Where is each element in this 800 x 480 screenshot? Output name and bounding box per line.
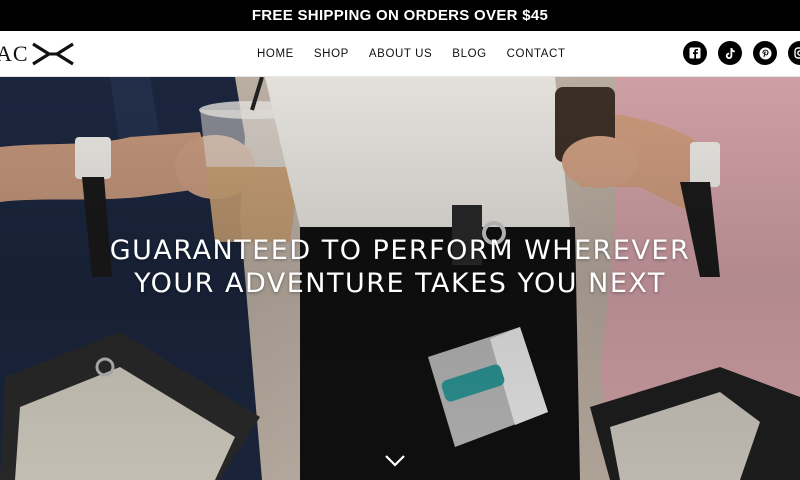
brand-chevrons-icon <box>31 42 74 66</box>
pinterest-link[interactable] <box>753 41 777 65</box>
announcement-bar: FREE SHIPPING ON ORDERS OVER $45 <box>0 0 800 31</box>
logo-text: AC <box>0 41 29 66</box>
nav-about-us[interactable]: ABOUT US <box>369 48 432 60</box>
nav-shop[interactable]: SHOP <box>314 48 349 60</box>
tiktok-icon <box>725 47 735 59</box>
hero-title-line-1: GUARANTEED TO PERFORM WHEREVER <box>109 235 691 266</box>
logo[interactable]: AC <box>0 39 77 69</box>
hero-title: GUARANTEED TO PERFORM WHEREVER YOUR ADVE… <box>0 234 800 300</box>
nav-home[interactable]: HOME <box>257 48 294 60</box>
announcement-text: FREE SHIPPING ON ORDERS OVER $45 <box>251 7 549 24</box>
hero-title-line-2: YOUR ADVENTURE TAKES YOU NEXT <box>134 268 666 299</box>
facebook-icon <box>689 47 701 59</box>
chevron-down-icon[interactable] <box>384 454 406 468</box>
tiktok-link[interactable] <box>718 41 742 65</box>
instagram-link[interactable] <box>788 41 800 65</box>
site-header: AC HOME SHOP ABOUT US BLOG CONTACT <box>0 31 800 77</box>
main-nav: HOME SHOP ABOUT US BLOG CONTACT <box>247 31 576 77</box>
hero-banner: GUARANTEED TO PERFORM WHEREVER YOUR ADVE… <box>0 77 800 480</box>
instagram-icon <box>794 47 800 59</box>
facebook-link[interactable] <box>683 41 707 65</box>
social-links <box>672 41 800 65</box>
nav-blog[interactable]: BLOG <box>452 48 486 60</box>
pinterest-icon <box>759 47 771 59</box>
nav-contact[interactable]: CONTACT <box>507 48 566 60</box>
